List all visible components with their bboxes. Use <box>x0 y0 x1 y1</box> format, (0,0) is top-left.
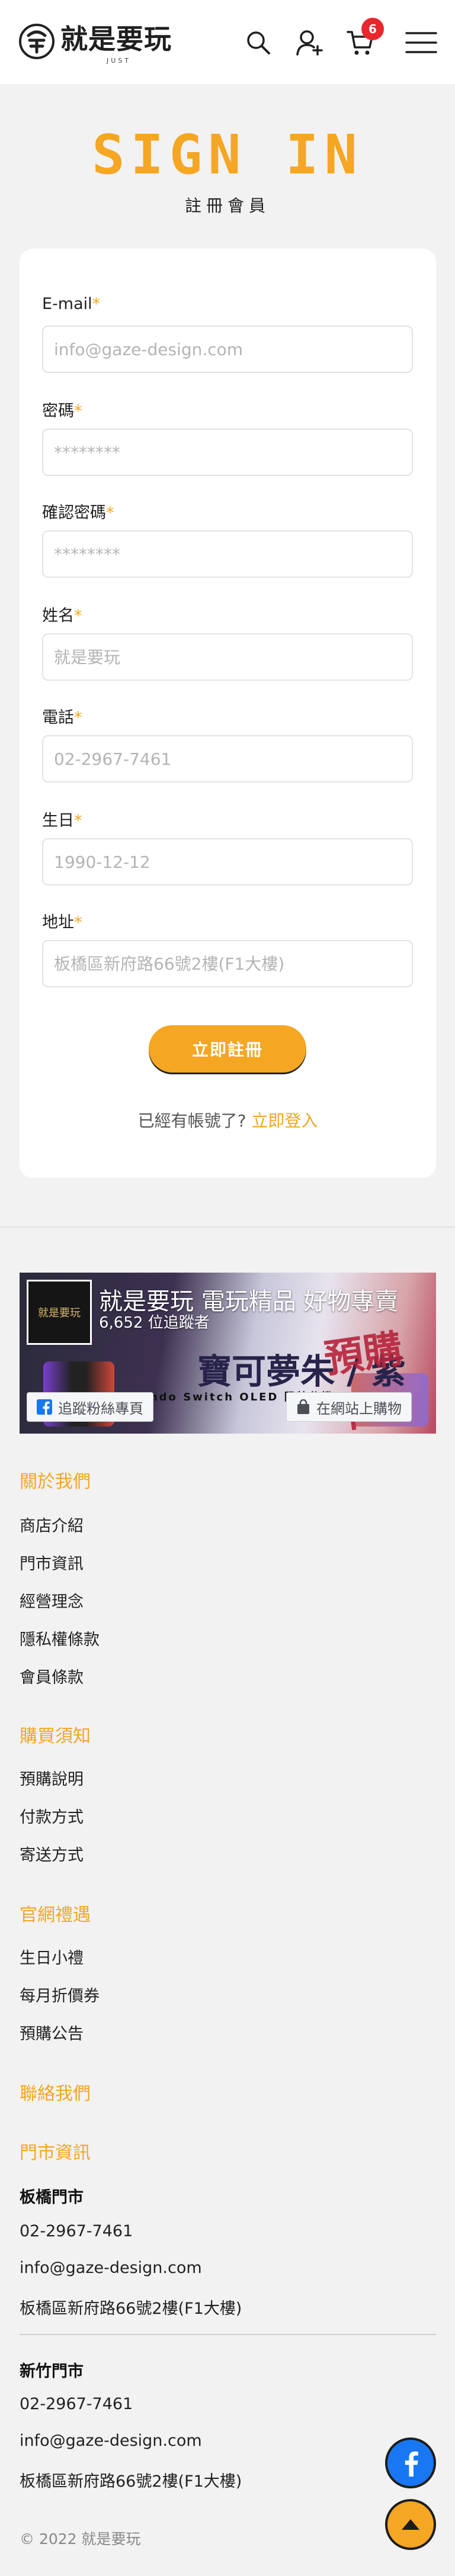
confirm-password-label: 確認密碼* <box>42 504 114 522</box>
logo-mark-icon <box>19 24 55 59</box>
name-label: 姓名* <box>42 607 82 625</box>
store-name-banqiao: 板橋門市 <box>20 2188 84 2207</box>
facebook-page-avatar[interactable]: 就是要玩 <box>27 1280 92 1345</box>
page-subtitle: 註冊會員 <box>184 196 270 215</box>
address-field[interactable] <box>42 940 413 987</box>
cart-count-badge: 6 <box>361 18 384 40</box>
footer-about-title: 關於我們 <box>20 1471 91 1492</box>
footer-link-shipping[interactable]: 寄送方式 <box>20 1842 84 1865</box>
site-logo[interactable]: 就是要玩 JUST <box>18 20 172 65</box>
confirm-password-field[interactable] <box>42 530 413 578</box>
register-form-card: E-mail* 密碼* 確認密碼* 姓名* 電話* 生日* 地址* 立即註冊 已… <box>20 249 436 1178</box>
floating-facebook-button[interactable] <box>385 2437 436 2488</box>
footer-link-store-info[interactable]: 門市資訊 <box>20 1551 84 1574</box>
footer-link-birthday-gift[interactable]: 生日小禮 <box>20 1945 84 1968</box>
cart-button[interactable]: 6 <box>344 18 384 59</box>
facebook-page-widget[interactable]: 寶可夢朱 / 紫 預購中 Nintendo Switch OLED 限特仕機 就… <box>20 1273 436 1434</box>
store-address: 板橋區新府路66號2樓(F1大樓) <box>20 2300 242 2318</box>
page-title: SIGN IN <box>92 123 363 186</box>
facebook-icon <box>37 1399 52 1415</box>
shopping-bag-icon <box>297 1399 309 1414</box>
facebook-shop-button[interactable]: 在網站上購物 <box>286 1392 412 1422</box>
facebook-shop-label: 在網站上購物 <box>316 1400 402 1417</box>
facebook-follow-label: 追蹤粉絲專頁 <box>58 1400 143 1417</box>
menu-button[interactable] <box>402 26 441 59</box>
login-prompt-text: 已經有帳號了? <box>137 1111 246 1131</box>
site-header: 就是要玩 JUST 6 <box>0 0 455 84</box>
store-phone[interactable]: 02-2967-7461 <box>20 2222 133 2240</box>
phone-field[interactable] <box>42 735 413 783</box>
logo-text: 就是要玩 <box>60 23 172 55</box>
store-name-hsinchu: 新竹門市 <box>20 2362 84 2381</box>
facebook-follower-count: 6,652 位追蹤者 <box>99 1314 210 1332</box>
store-phone[interactable]: 02-2967-7461 <box>20 2395 133 2413</box>
search-button[interactable] <box>242 26 275 59</box>
footer-link-store-intro[interactable]: 商店介紹 <box>20 1513 84 1536</box>
footer-gifts-title: 官網禮遇 <box>20 1905 91 1925</box>
store-email[interactable]: info@gaze-design.com <box>20 2259 202 2277</box>
footer-link-payment[interactable]: 付款方式 <box>20 1804 84 1827</box>
footer-link-preorder[interactable]: 預購說明 <box>20 1766 84 1789</box>
search-icon <box>247 31 270 54</box>
section-divider <box>0 1226 455 1228</box>
footer-purchase-title: 購買須知 <box>20 1726 91 1747</box>
register-submit-button[interactable]: 立即註冊 <box>149 1025 306 1073</box>
address-label: 地址* <box>42 913 82 932</box>
user-add-icon <box>296 30 323 56</box>
name-field[interactable] <box>42 633 413 681</box>
back-to-top-button[interactable] <box>385 2499 436 2550</box>
email-field[interactable] <box>42 326 413 373</box>
login-link[interactable]: 立即登入 <box>251 1111 318 1131</box>
store-email[interactable]: info@gaze-design.com <box>20 2432 202 2450</box>
avatar-logo-text: 就是要玩 <box>38 1307 81 1319</box>
phone-label: 電話* <box>42 709 82 727</box>
password-label: 密碼* <box>42 402 82 420</box>
footer-link-preorder-notice[interactable]: 預購公告 <box>20 2021 84 2044</box>
member-button[interactable] <box>293 26 326 59</box>
footer-stores-title: 門市資訊 <box>20 2143 91 2163</box>
copyright-text: © 2022 就是要玩 <box>20 2530 141 2548</box>
footer-contact-title[interactable]: 聯絡我們 <box>20 2079 91 2105</box>
facebook-follow-button[interactable]: 追蹤粉絲專頁 <box>27 1392 153 1422</box>
footer-link-privacy[interactable]: 隱私權條款 <box>20 1627 100 1650</box>
footer-link-coupon[interactable]: 每月折價券 <box>20 1983 100 2006</box>
logo-subtext: JUST <box>107 57 131 65</box>
store-divider <box>20 2334 436 2335</box>
login-prompt: 已經有帳號了? 立即登入 <box>20 1108 436 1132</box>
birthday-field[interactable] <box>42 838 413 886</box>
hamburger-menu-icon <box>405 32 437 53</box>
birthday-label: 生日* <box>42 812 82 830</box>
email-label: E-mail* <box>42 295 101 313</box>
store-address: 板橋區新府路66號2樓(F1大樓) <box>20 2472 242 2491</box>
footer-link-philosophy[interactable]: 經營理念 <box>20 1589 84 1612</box>
facebook-f-icon <box>405 2451 418 2477</box>
footer-link-member-terms[interactable]: 會員條款 <box>20 1664 84 1688</box>
arrow-up-icon <box>402 2519 419 2530</box>
password-field[interactable] <box>42 429 413 476</box>
